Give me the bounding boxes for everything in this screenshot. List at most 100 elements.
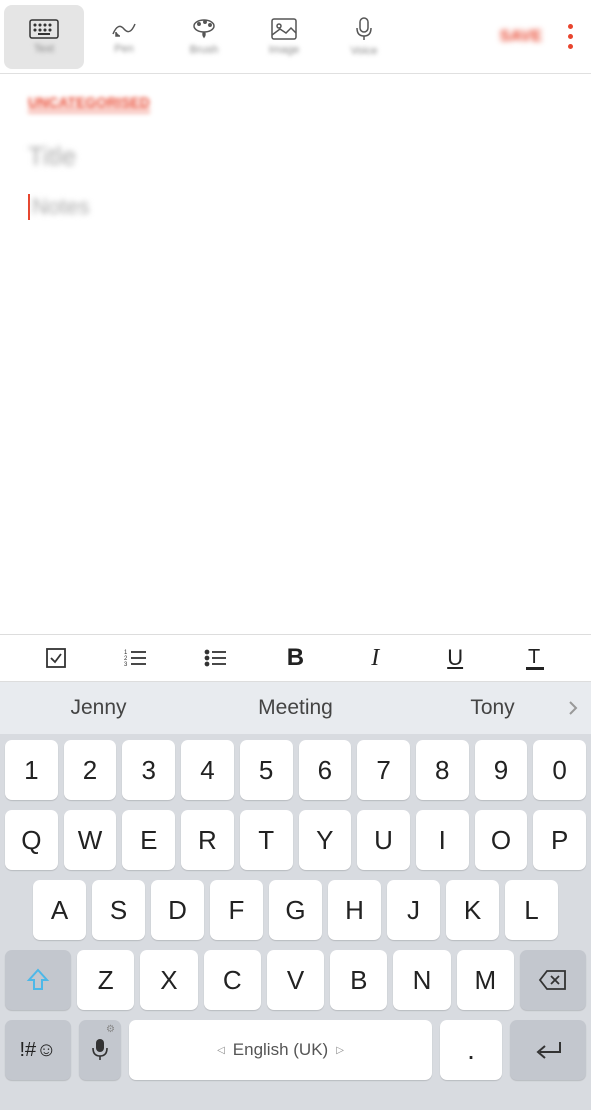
key-q[interactable]: Q [5,810,58,870]
key-t[interactable]: T [240,810,293,870]
key-w[interactable]: W [64,810,117,870]
key-i[interactable]: I [416,810,469,870]
triangle-right-icon: ▷ [336,1045,344,1056]
key-row-1: Q W E R T Y U I O P [5,810,586,870]
mic-icon [92,1038,108,1062]
save-button[interactable]: SAVE [488,28,554,46]
key-0[interactable]: 0 [533,740,586,800]
key-4[interactable]: 4 [181,740,234,800]
key-h[interactable]: H [328,880,381,940]
key-b[interactable]: B [330,950,387,1010]
key-o[interactable]: O [475,810,528,870]
shift-icon [25,967,51,993]
italic-button[interactable]: I [345,635,405,681]
key-e[interactable]: E [122,810,175,870]
tool-label: Voice [351,45,378,57]
key-shift[interactable] [5,950,71,1010]
key-r[interactable]: R [181,810,234,870]
key-2[interactable]: 2 [64,740,117,800]
key-symbols[interactable]: !#☺ [5,1020,71,1080]
space-label: English (UK) [233,1040,328,1060]
pen-icon [110,19,138,39]
key-5[interactable]: 5 [240,740,293,800]
keyboard: Jenny Meeting Tony 1 2 3 4 5 6 7 8 9 0 Q… [0,682,591,1110]
content-area: UNCATEGORISED Title Notes [0,74,591,240]
key-mic[interactable]: ⚙ [79,1020,121,1080]
key-period[interactable]: . [440,1020,502,1080]
key-backspace[interactable] [520,950,586,1010]
key-row-3: Z X C V B N M [5,950,586,1010]
tool-text[interactable]: Text [4,5,84,69]
key-g[interactable]: G [269,880,322,940]
category-link[interactable]: UNCATEGORISED [28,94,150,113]
notes-input[interactable]: Notes [28,194,563,220]
suggestion-word[interactable]: Meeting [197,696,394,720]
key-l[interactable]: L [505,880,558,940]
brush-icon [191,18,217,40]
mic-icon [355,17,373,41]
numbered-list-button[interactable]: 123 [106,635,166,681]
bold-button[interactable]: B [265,635,325,681]
numbered-list-icon: 123 [124,648,148,668]
text-color-icon: T [524,645,546,671]
key-row-bottom: !#☺ ⚙ ◁ English (UK) ▷ . [5,1020,586,1080]
image-icon [271,18,297,40]
key-v[interactable]: V [267,950,324,1010]
key-6[interactable]: 6 [299,740,352,800]
tool-label: Pen [114,43,134,55]
keyboard-icon [29,19,59,39]
key-row-2: A S D F G H J K L [5,880,586,940]
text-cursor [28,194,30,220]
key-a[interactable]: A [33,880,86,940]
key-m[interactable]: M [457,950,514,1010]
key-z[interactable]: Z [77,950,134,1010]
key-f[interactable]: F [210,880,263,940]
key-k[interactable]: K [446,880,499,940]
svg-text:3: 3 [124,662,128,668]
key-enter[interactable] [510,1020,586,1080]
more-menu-icon[interactable] [554,24,587,49]
key-d[interactable]: D [151,880,204,940]
key-row-numbers: 1 2 3 4 5 6 7 8 9 0 [5,740,586,800]
key-c[interactable]: C [204,950,261,1010]
svg-text:T: T [528,646,540,668]
chevron-right-icon[interactable] [567,699,579,717]
toolbar: Text Pen Brush Image Voice SAVE [0,0,591,74]
suggestion-word[interactable]: Tony [394,696,591,720]
key-s[interactable]: S [92,880,145,940]
enter-icon [532,1038,564,1062]
gear-tiny-icon: ⚙ [106,1024,115,1035]
backspace-icon [538,969,568,991]
key-9[interactable]: 9 [475,740,528,800]
checkbox-format-button[interactable] [26,635,86,681]
underline-button[interactable]: U [425,635,485,681]
tool-voice[interactable]: Voice [324,5,404,69]
bullet-list-icon [204,648,228,668]
key-u[interactable]: U [357,810,410,870]
notes-placeholder: Notes [32,194,89,220]
tool-label: Brush [190,44,219,56]
tool-brush[interactable]: Brush [164,5,244,69]
key-7[interactable]: 7 [357,740,410,800]
tool-image[interactable]: Image [244,5,324,69]
key-3[interactable]: 3 [122,740,175,800]
key-x[interactable]: X [140,950,197,1010]
key-y[interactable]: Y [299,810,352,870]
key-n[interactable]: N [393,950,450,1010]
suggestion-word[interactable]: Jenny [0,696,197,720]
key-8[interactable]: 8 [416,740,469,800]
tool-label: Image [269,44,300,56]
suggestion-bar: Jenny Meeting Tony [0,682,591,734]
text-color-button[interactable]: T [505,635,565,681]
tool-label: Text [34,43,54,55]
checkbox-icon [45,647,67,669]
tool-pen[interactable]: Pen [84,5,164,69]
bullet-list-button[interactable] [186,635,246,681]
key-1[interactable]: 1 [5,740,58,800]
key-space[interactable]: ◁ English (UK) ▷ [129,1020,432,1080]
key-p[interactable]: P [533,810,586,870]
key-j[interactable]: J [387,880,440,940]
triangle-left-icon: ◁ [217,1045,225,1056]
title-input[interactable]: Title [28,141,563,172]
format-toolbar: 123 B I U T [0,634,591,682]
